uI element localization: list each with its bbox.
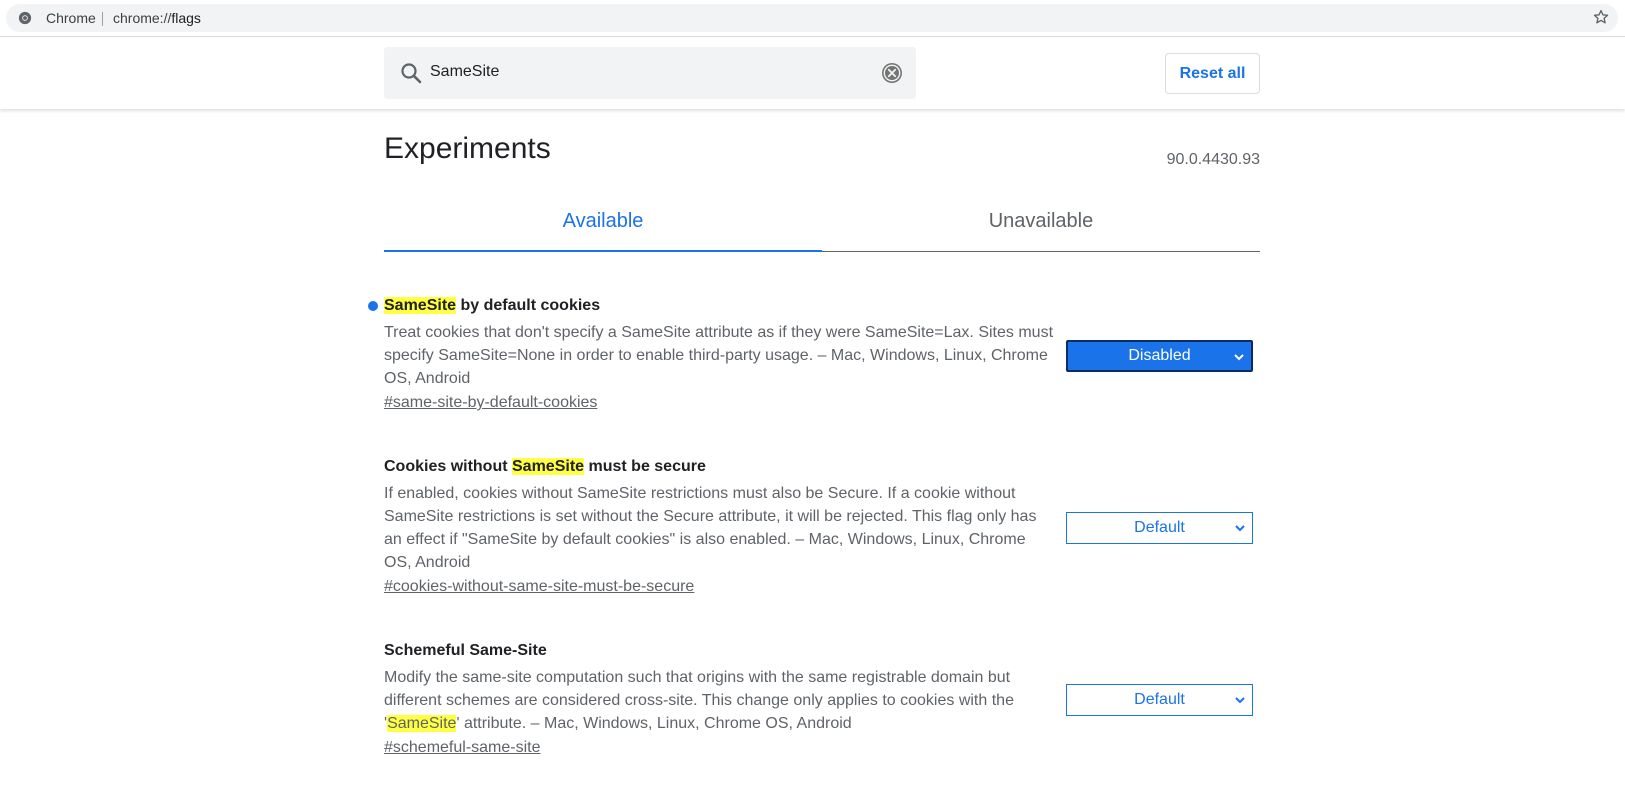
search-highlight: SameSite	[512, 458, 585, 475]
omnibox-separator	[102, 12, 103, 26]
star-icon[interactable]	[1592, 8, 1610, 26]
modified-indicator	[368, 301, 378, 311]
chevron-down-icon	[1234, 354, 1244, 361]
address-bar[interactable]: Chrome chrome://flags	[6, 4, 1618, 32]
site-name: Chrome	[46, 10, 96, 26]
desc-pre: If enabled, cookies without SameSite res…	[384, 485, 1037, 571]
chevron-down-icon	[1235, 697, 1245, 704]
experiment-schemeful-same-site: Schemeful Same-Site Modify the same-site…	[384, 640, 1260, 757]
title-post: by default cookies	[456, 297, 601, 314]
url-path: flags	[171, 10, 201, 26]
flags-header: Reset all	[0, 37, 1625, 109]
experiment-link[interactable]: #same-site-by-default-cookies	[384, 394, 597, 412]
experiment-description: Modify the same-site computation such th…	[384, 666, 1054, 735]
select-value: Default	[1134, 691, 1185, 708]
search-box[interactable]	[384, 47, 916, 99]
desc-pre: Treat cookies that don't specify a SameS…	[384, 324, 1054, 387]
search-icon	[401, 63, 422, 84]
search-input[interactable]	[430, 59, 860, 85]
tab-available[interactable]: Available	[384, 196, 822, 252]
tab-bar: Available Unavailable	[384, 196, 1260, 252]
version-label: 90.0.4430.93	[1166, 151, 1260, 168]
reset-all-button[interactable]: Reset all	[1165, 53, 1260, 94]
experiment-link[interactable]: #schemeful-same-site	[384, 739, 541, 757]
tab-unavailable[interactable]: Unavailable	[822, 196, 1260, 252]
title-pre: Cookies without	[384, 458, 512, 475]
chevron-down-icon	[1235, 525, 1245, 532]
desc-post: ' attribute. – Mac, Windows, Linux, Chro…	[456, 715, 852, 732]
experiment-cookies-without-same-site-must-be-secure: Cookies without SameSite must be secure …	[384, 456, 1260, 596]
select-value: Disabled	[1128, 347, 1191, 364]
experiment-select[interactable]: Default	[1066, 512, 1253, 544]
url-text[interactable]: chrome://flags	[113, 10, 201, 26]
select-value: Default	[1134, 519, 1185, 536]
chrome-logo-icon	[18, 11, 32, 25]
page-title: Experiments	[384, 132, 551, 165]
search-highlight: SameSite	[387, 715, 457, 732]
url-scheme: chrome://	[113, 10, 172, 26]
experiment-title: Cookies without SameSite must be secure	[384, 456, 1260, 478]
experiment-link[interactable]: #cookies-without-same-site-must-be-secur…	[384, 578, 694, 596]
clear-icon[interactable]	[881, 62, 903, 84]
experiment-title: Schemeful Same-Site	[384, 640, 1260, 662]
browser-toolbar: Chrome chrome://flags	[0, 0, 1625, 37]
title-post: must be secure	[584, 458, 706, 475]
search-highlight: SameSite	[384, 297, 457, 314]
experiment-same-site-by-default-cookies: SameSite by default cookies Treat cookie…	[368, 295, 1260, 412]
experiment-title: SameSite by default cookies	[384, 295, 1260, 317]
experiment-description: If enabled, cookies without SameSite res…	[384, 482, 1054, 574]
experiment-select[interactable]: Disabled	[1066, 340, 1253, 372]
title-pre: Schemeful Same-Site	[384, 642, 547, 659]
experiment-description: Treat cookies that don't specify a SameS…	[384, 321, 1054, 390]
experiment-select[interactable]: Default	[1066, 684, 1253, 716]
